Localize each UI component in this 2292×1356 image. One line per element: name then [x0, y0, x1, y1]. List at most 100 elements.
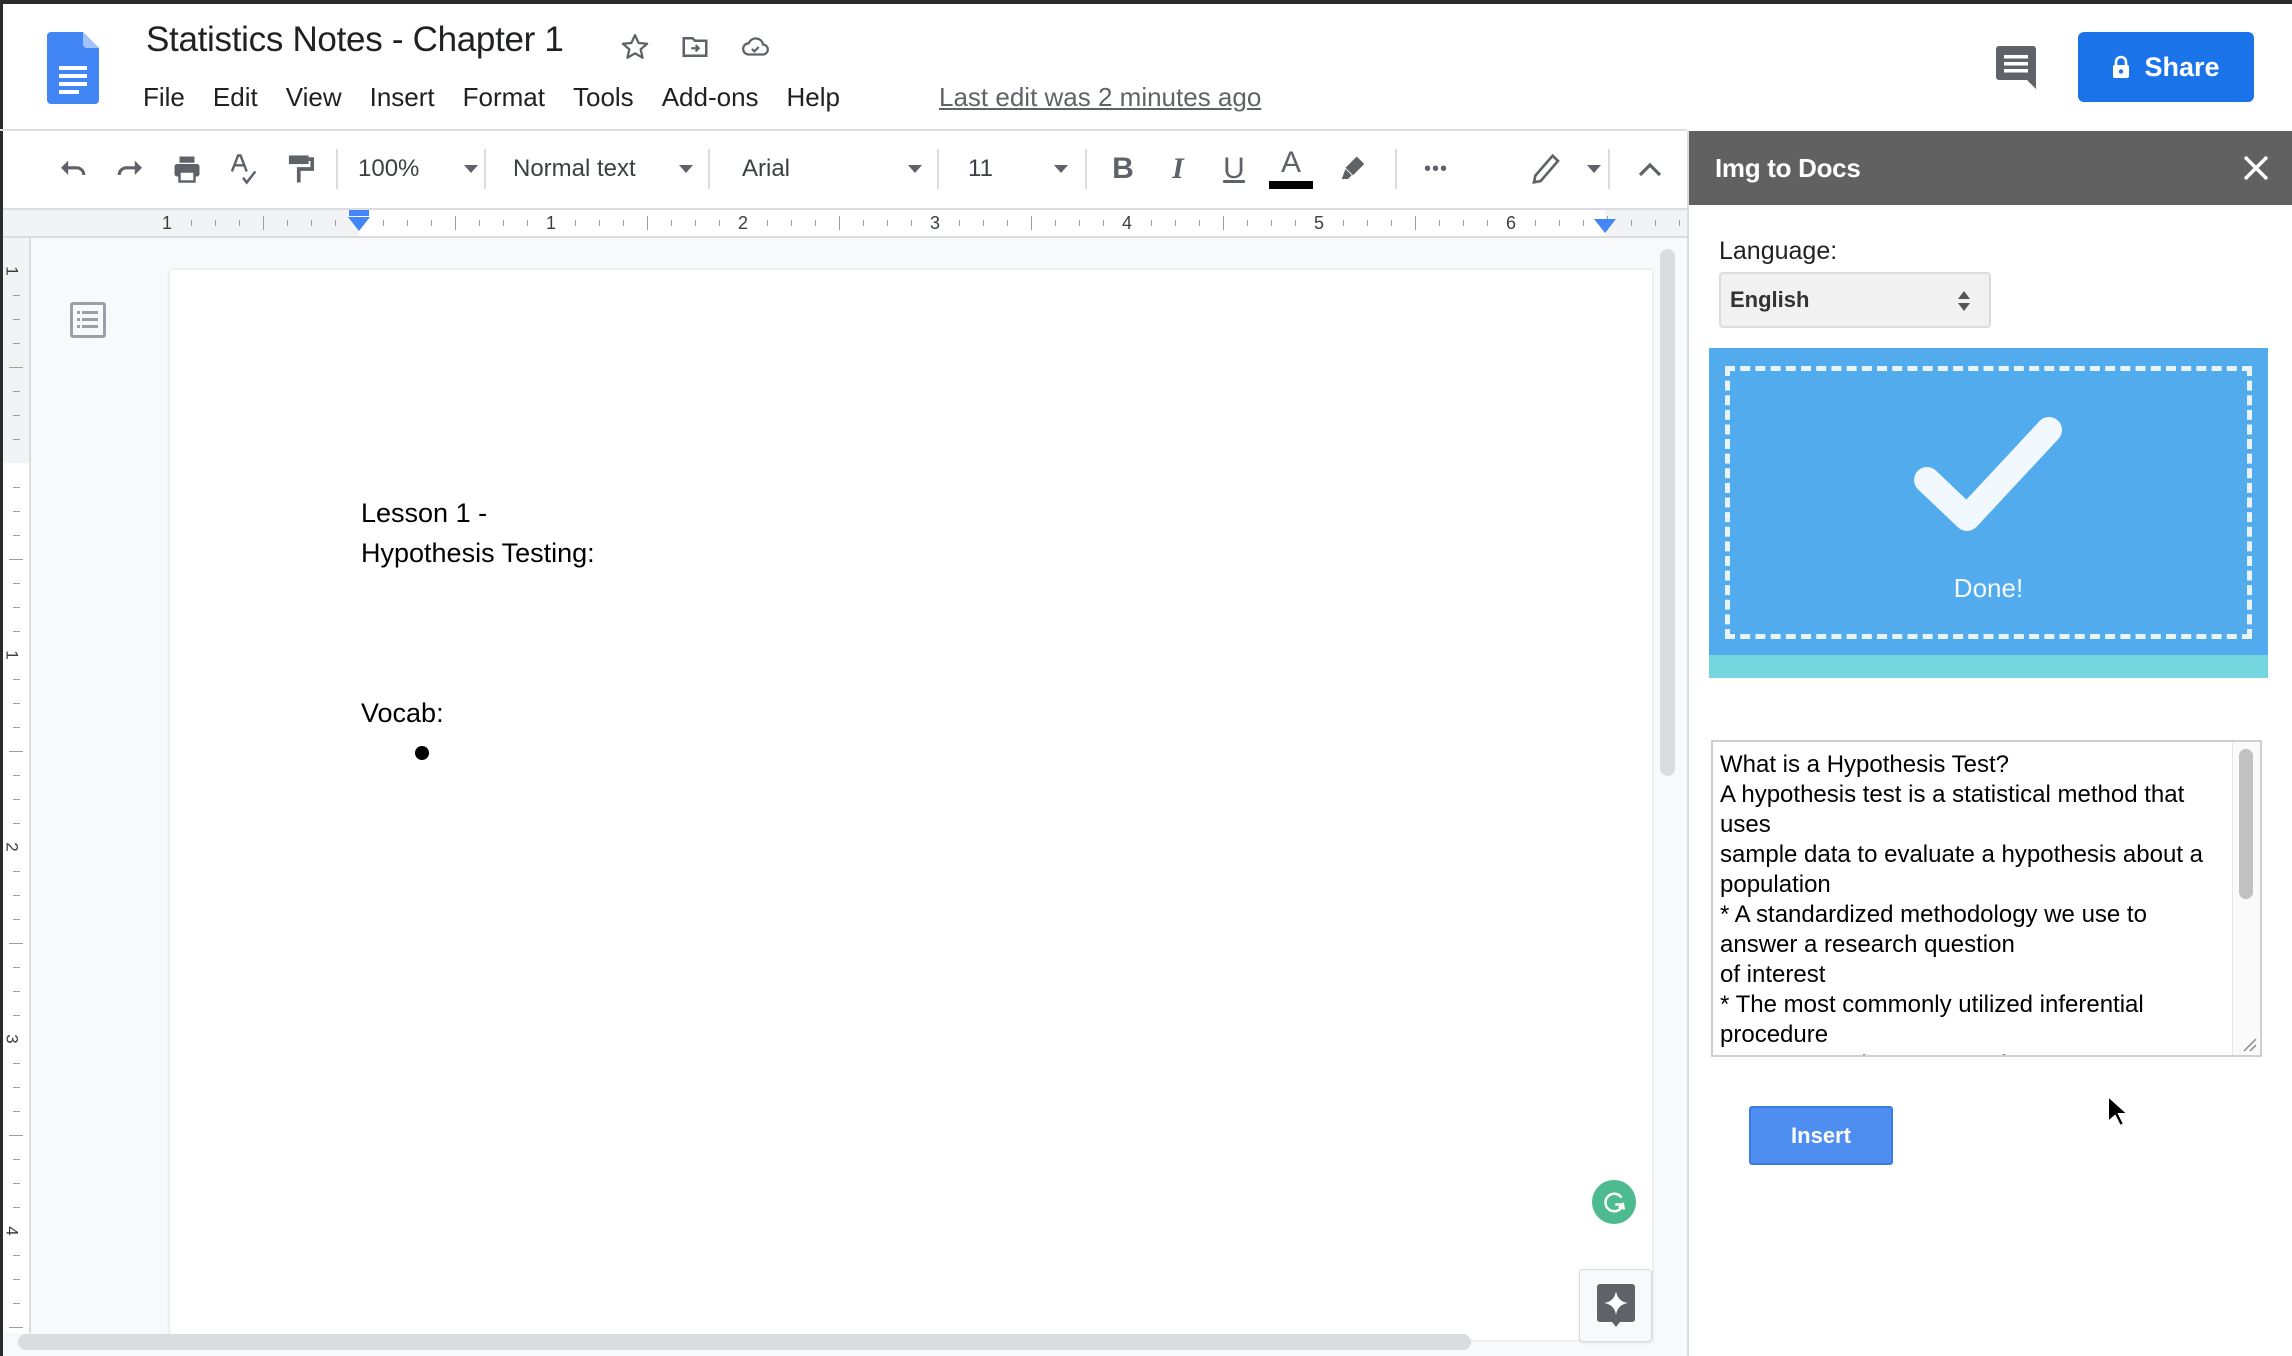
font-size-select[interactable]: 11 [968, 148, 1068, 190]
toolbar-divider [484, 149, 486, 189]
vertical-ruler-label: 2 [2, 842, 22, 852]
vertical-ruler-tick [13, 1183, 20, 1184]
font-size-value: 11 [968, 155, 993, 182]
move-to-folder-icon[interactable] [678, 30, 712, 64]
text-color-icon: A [1280, 146, 1301, 179]
select-arrows-icon [1958, 291, 1970, 311]
italic-button[interactable]: I [1158, 148, 1198, 190]
horizontal-scrollbar[interactable] [18, 1334, 1471, 1350]
ruler-tick [407, 220, 408, 226]
lock-icon [2113, 55, 2130, 78]
resize-handle-icon[interactable] [2238, 1033, 2258, 1053]
docs-logo-icon[interactable] [47, 32, 99, 104]
star-icon[interactable] [618, 30, 652, 64]
horizontal-ruler[interactable]: 1 1 2 3 4 5 6 [3, 208, 1687, 238]
zoom-select[interactable]: 100% [358, 148, 478, 190]
ruler-tick [1439, 220, 1440, 226]
textarea-scrollbar[interactable] [2239, 749, 2253, 899]
ruler-tick [311, 220, 312, 226]
vertical-ruler-tick [13, 871, 20, 872]
last-edit-link[interactable]: Last edit was 2 minutes ago [939, 82, 1261, 113]
ruler-tick [1031, 216, 1032, 230]
vertical-ruler-tick [13, 1111, 20, 1112]
vertical-scrollbar[interactable] [1660, 249, 1675, 776]
ruler-tick [575, 220, 576, 226]
menu-file[interactable]: File [143, 82, 199, 113]
redo-icon[interactable] [110, 148, 150, 190]
chevron-down-icon [679, 165, 693, 173]
insert-button[interactable]: Insert [1749, 1106, 1893, 1165]
document-title[interactable]: Statistics Notes - Chapter 1 [146, 20, 564, 60]
vertical-ruler-tick [13, 1255, 20, 1256]
ruler-tick [599, 220, 600, 226]
vertical-ruler[interactable]: 1 1 2 3 4 [3, 238, 31, 1333]
doc-line-vocab[interactable]: Vocab: [361, 698, 444, 729]
spellcheck-icon[interactable] [223, 148, 263, 190]
menu-view[interactable]: View [286, 82, 356, 113]
vertical-ruler-tick [9, 943, 23, 944]
menu-tools[interactable]: Tools [573, 82, 648, 113]
image-dropzone[interactable]: Done! [1709, 348, 2268, 655]
doc-line-heading[interactable]: Hypothesis Testing: [361, 538, 595, 569]
hide-menus-chevron-up-icon[interactable] [1630, 148, 1670, 190]
ruler-tick [191, 220, 192, 226]
print-icon[interactable] [167, 148, 207, 190]
textarea-scroll-track[interactable] [2232, 742, 2260, 1055]
progress-bar [1709, 655, 2268, 678]
comments-icon[interactable] [1996, 46, 2036, 90]
bold-button[interactable]: B [1103, 148, 1143, 190]
result-textarea[interactable]: What is a Hypothesis Test? A hypothesis … [1711, 740, 2262, 1057]
vertical-ruler-tick [13, 439, 20, 440]
ruler-tick [1103, 220, 1104, 226]
ruler-tick [215, 220, 216, 226]
ruler-tick [1151, 220, 1152, 226]
vertical-ruler-label: 1 [2, 650, 22, 660]
ruler-label: 2 [738, 213, 749, 233]
vertical-ruler-tick [13, 703, 20, 704]
font-value: Arial [742, 155, 791, 182]
vertical-ruler-tick [9, 559, 23, 560]
text-color-button[interactable]: A [1269, 148, 1313, 190]
editing-mode-button[interactable] [1531, 148, 1601, 190]
ruler-tick [1247, 220, 1248, 226]
vertical-ruler-tick [13, 1087, 20, 1088]
vertical-ruler-tick [13, 391, 20, 392]
ruler-tick [863, 220, 864, 226]
ruler-tick [1463, 220, 1464, 226]
doc-line-lesson[interactable]: Lesson 1 - [361, 498, 487, 529]
paint-format-icon[interactable] [280, 148, 320, 190]
document-outline-icon[interactable] [70, 302, 106, 338]
menu-insert[interactable]: Insert [370, 82, 449, 113]
document-page[interactable]: Lesson 1 - Hypothesis Testing: Vocab: [170, 270, 1652, 1340]
more-options-button[interactable]: ••• [1411, 148, 1461, 190]
menu-edit[interactable]: Edit [213, 82, 272, 113]
ruler-tick [239, 220, 240, 226]
share-button[interactable]: Share [2078, 32, 2254, 102]
paragraph-style-select[interactable]: Normal text [513, 148, 693, 190]
menu-help[interactable]: Help [787, 82, 854, 113]
underline-button[interactable]: U [1214, 148, 1254, 190]
close-icon[interactable] [2239, 151, 2273, 185]
vertical-ruler-tick [13, 679, 20, 680]
language-value: English [1730, 287, 1810, 312]
toolbar-divider [336, 149, 338, 189]
menu-add-ons[interactable]: Add-ons [662, 82, 773, 113]
language-select[interactable]: English [1719, 272, 1991, 328]
first-line-indent-handle[interactable] [349, 210, 369, 216]
left-indent-handle[interactable] [348, 217, 370, 231]
vertical-ruler-tick [13, 487, 20, 488]
vertical-ruler-tick [9, 751, 23, 752]
ruler-tick [1679, 220, 1680, 226]
explore-button[interactable] [1579, 1269, 1652, 1342]
text-color-swatch [1269, 181, 1313, 189]
menu-format[interactable]: Format [463, 82, 559, 113]
chevron-down-icon [908, 165, 922, 173]
cloud-saved-icon[interactable] [738, 30, 772, 64]
font-select[interactable]: Arial [742, 148, 922, 190]
paragraph-style-value: Normal text [513, 155, 636, 182]
right-indent-handle[interactable] [1594, 219, 1616, 233]
grammarly-icon[interactable] [1592, 1180, 1636, 1224]
undo-icon[interactable] [53, 148, 93, 190]
highlight-icon[interactable] [1333, 148, 1373, 190]
ruler-tick [1175, 220, 1176, 226]
